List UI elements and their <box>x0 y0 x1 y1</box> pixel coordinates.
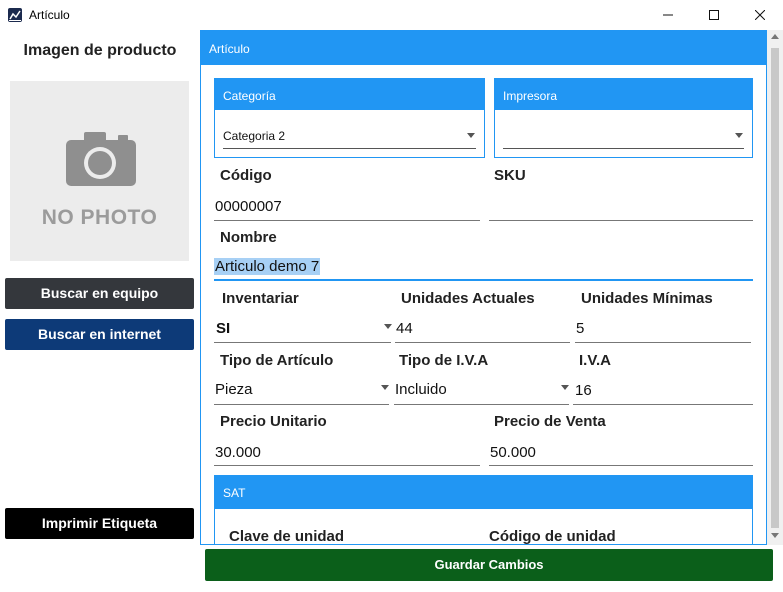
unidades-actuales-underline <box>395 342 570 343</box>
tipo-articulo-select[interactable]: Pieza <box>215 381 253 398</box>
scroll-up-icon[interactable] <box>771 34 779 39</box>
nombre-label: Nombre <box>220 229 277 246</box>
product-image-title: Imagen de producto <box>23 42 177 59</box>
window-title: Artículo <box>29 8 70 22</box>
search-device-button[interactable]: Buscar en equipo <box>5 278 194 309</box>
categoria-select[interactable] <box>223 125 476 149</box>
inventariar-label: Inventariar <box>222 290 299 307</box>
search-internet-button[interactable]: Buscar en internet <box>5 319 194 350</box>
unidades-minimas-input[interactable]: 5 <box>576 320 584 337</box>
tipo-iva-select[interactable]: Incluido <box>395 381 447 398</box>
panel-scrollbar[interactable] <box>767 30 783 545</box>
title-bar: Artículo <box>0 0 783 30</box>
unidades-minimas-underline <box>575 342 751 343</box>
unidades-actuales-input[interactable]: 44 <box>396 320 413 337</box>
impresora-group: Impresora <box>494 78 753 158</box>
inventariar-underline <box>214 342 391 343</box>
nombre-input[interactable]: Articulo demo 7 <box>214 258 321 275</box>
chevron-down-icon <box>735 133 743 138</box>
chevron-down-icon <box>467 133 475 138</box>
sat-header: SAT <box>215 476 752 509</box>
no-photo-label: NO PHOTO <box>41 206 158 229</box>
minimize-button[interactable] <box>645 0 691 30</box>
maximize-button[interactable] <box>691 0 737 30</box>
print-label-button[interactable]: Imprimir Etiqueta <box>5 508 194 539</box>
precio-unitario-underline <box>214 465 480 466</box>
clave-unidad-label: Clave de unidad <box>229 528 345 545</box>
scroll-down-icon[interactable] <box>771 533 779 538</box>
tipo-articulo-label: Tipo de Artículo <box>220 352 334 369</box>
codigo-label: Código <box>220 167 272 184</box>
tipo-iva-label: Tipo de I.V.A <box>399 352 489 369</box>
iva-label: I.V.A <box>579 352 611 369</box>
categoria-header: Categoría <box>215 79 484 110</box>
codigo-input[interactable]: 00000007 <box>215 198 282 215</box>
precio-venta-underline <box>489 465 753 466</box>
precio-unitario-label: Precio Unitario <box>220 413 327 430</box>
nombre-underline <box>214 279 753 281</box>
app-icon <box>8 8 22 22</box>
minimize-icon <box>663 14 673 16</box>
impresora-select[interactable] <box>503 125 744 149</box>
precio-venta-label: Precio de Venta <box>494 413 606 430</box>
save-changes-button[interactable]: Guardar Cambios <box>205 549 773 581</box>
precio-venta-input[interactable]: 50.000 <box>490 444 536 461</box>
maximize-icon <box>709 10 719 20</box>
iva-underline <box>573 404 753 405</box>
iva-input[interactable]: 16 <box>575 382 592 399</box>
sku-label: SKU <box>494 167 526 184</box>
categoria-group: Categoría Categoria 2 <box>214 78 485 158</box>
chevron-down-icon <box>381 385 389 390</box>
sat-group: SAT Clave de unidad Código de unidad <box>214 475 753 545</box>
unidades-minimas-label: Unidades Mínimas <box>581 290 713 307</box>
tipo-iva-underline <box>394 404 569 405</box>
product-photo: NO PHOTO <box>10 81 189 261</box>
article-panel-header: Artículo <box>201 31 766 65</box>
codigo-unidad-label: Código de unidad <box>489 528 616 545</box>
precio-unitario-input[interactable]: 30.000 <box>215 444 261 461</box>
chevron-down-icon <box>561 385 569 390</box>
inventariar-select[interactable]: SI <box>216 320 230 337</box>
close-button[interactable] <box>737 0 783 30</box>
chevron-down-icon <box>384 324 392 329</box>
sku-underline <box>489 220 753 221</box>
codigo-underline <box>214 220 480 221</box>
unidades-actuales-label: Unidades Actuales <box>401 290 535 307</box>
camera-icon <box>66 132 136 186</box>
close-icon <box>755 10 765 20</box>
article-panel: Artículo Categoría Categoria 2 Impresora… <box>200 30 767 545</box>
tipo-articulo-underline <box>214 404 389 405</box>
scroll-thumb[interactable] <box>771 48 779 528</box>
impresora-header: Impresora <box>495 79 752 110</box>
